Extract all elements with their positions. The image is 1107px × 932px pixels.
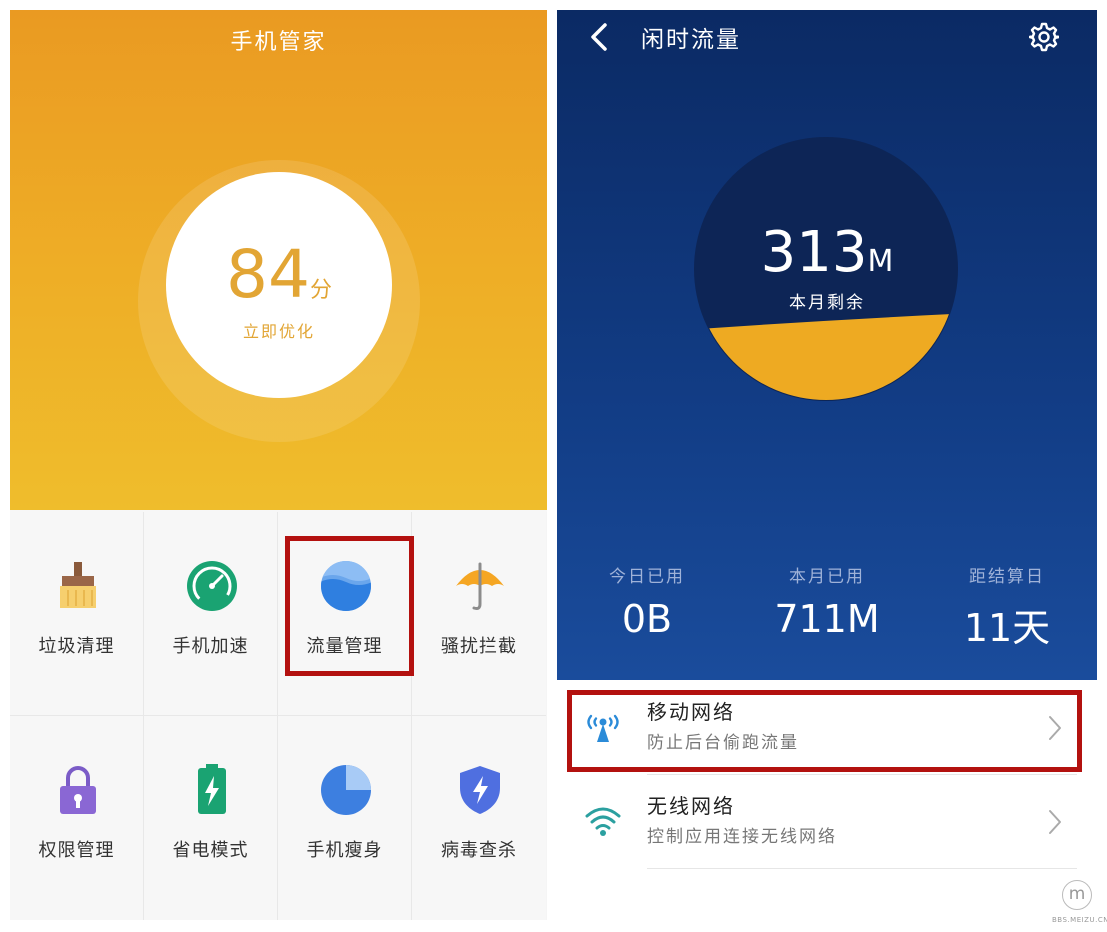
phone-manager-header: 手机管家 84分 立即优化 xyxy=(10,10,547,510)
stat-today-used: 今日已用 0B xyxy=(557,562,737,641)
chevron-right-icon xyxy=(1049,810,1061,834)
list-item-subtitle: 控制应用连接无线网络 xyxy=(647,827,837,847)
wireless-network-item[interactable]: 无线网络 控制应用连接无线网络 xyxy=(557,776,1097,868)
highlight-box-mobile-network xyxy=(567,690,1082,772)
tool-label: 省电模式 xyxy=(172,840,249,861)
tool-label: 垃圾清理 xyxy=(38,636,115,657)
list-divider xyxy=(647,774,1077,775)
battery-icon xyxy=(198,764,226,814)
score-value: 84分 xyxy=(166,236,392,313)
remaining-label: 本月剩余 xyxy=(789,293,865,313)
wifi-icon xyxy=(585,807,621,836)
optimize-now-label: 立即优化 xyxy=(242,322,315,341)
list-divider xyxy=(647,868,1077,869)
stat-label: 距结算日 xyxy=(969,567,1045,587)
score-number: 84 xyxy=(226,236,310,313)
meizu-logo: m xyxy=(1062,880,1092,910)
tool-power-saving[interactable]: 省电模式 xyxy=(144,716,278,920)
stat-value: 711M xyxy=(774,597,880,641)
tool-label: 手机加速 xyxy=(172,636,249,657)
speedometer-icon xyxy=(187,561,237,611)
remaining-data-value: 313M xyxy=(557,220,1097,285)
tool-label: 骚扰拦截 xyxy=(441,636,517,657)
page-title: 手机管家 xyxy=(230,30,327,55)
logo-letter: m xyxy=(1068,884,1086,904)
stat-days-to-billing: 距结算日 11天 xyxy=(917,562,1097,652)
tool-label: 权限管理 xyxy=(38,840,115,861)
score-unit: 分 xyxy=(309,278,332,303)
highlight-box-data-management xyxy=(285,536,414,676)
shield-icon xyxy=(460,766,500,814)
tool-phone-speedup[interactable]: 手机加速 xyxy=(144,512,278,716)
list-item-title: 无线网络 xyxy=(647,794,735,818)
stat-label: 本月已用 xyxy=(789,567,865,587)
data-usage-screen: 闲时流量 313M 本月剩余 今日已用 0B 本月已用 711M 距结算日 11… xyxy=(557,10,1097,920)
padlock-icon xyxy=(60,766,96,814)
stat-month-used: 本月已用 711M xyxy=(737,562,917,641)
umbrella-icon xyxy=(456,562,504,610)
tool-grid: 垃圾清理 手机加速 流量管理 骚扰拦截 权限管理 省电模式 手机瘦身 病毒查杀 xyxy=(10,512,547,920)
tool-phone-slim[interactable]: 手机瘦身 xyxy=(278,716,412,920)
tool-label: 病毒查杀 xyxy=(441,840,517,861)
broom-icon xyxy=(60,562,96,608)
tool-virus-scan[interactable]: 病毒查杀 xyxy=(412,716,546,920)
data-usage-header: 闲时流量 313M 本月剩余 今日已用 0B 本月已用 711M 距结算日 11… xyxy=(557,10,1097,680)
gear-icon[interactable] xyxy=(1029,22,1059,52)
stat-label: 今日已用 xyxy=(609,567,685,587)
optimize-score-button[interactable]: 84分 立即优化 xyxy=(166,172,392,398)
watermark-text: BBS.MEIZU.CN xyxy=(1052,916,1107,924)
back-arrow-icon[interactable] xyxy=(585,22,615,52)
tool-harassment-block[interactable]: 骚扰拦截 xyxy=(412,512,546,716)
tool-permission-management[interactable]: 权限管理 xyxy=(10,716,144,920)
stat-value: 11天 xyxy=(963,606,1051,650)
tool-label: 手机瘦身 xyxy=(306,840,383,861)
remaining-number: 313 xyxy=(760,220,868,285)
page-title: 闲时流量 xyxy=(641,27,741,53)
phone-manager-screen: 手机管家 84分 立即优化 垃圾清理 手机加速 流量管理 骚扰拦截 权限管理 省… xyxy=(10,10,547,920)
stat-value: 0B xyxy=(621,597,673,641)
remaining-unit: M xyxy=(867,244,894,279)
tool-junk-clean[interactable]: 垃圾清理 xyxy=(10,512,144,716)
pie-chart-icon xyxy=(321,765,371,815)
